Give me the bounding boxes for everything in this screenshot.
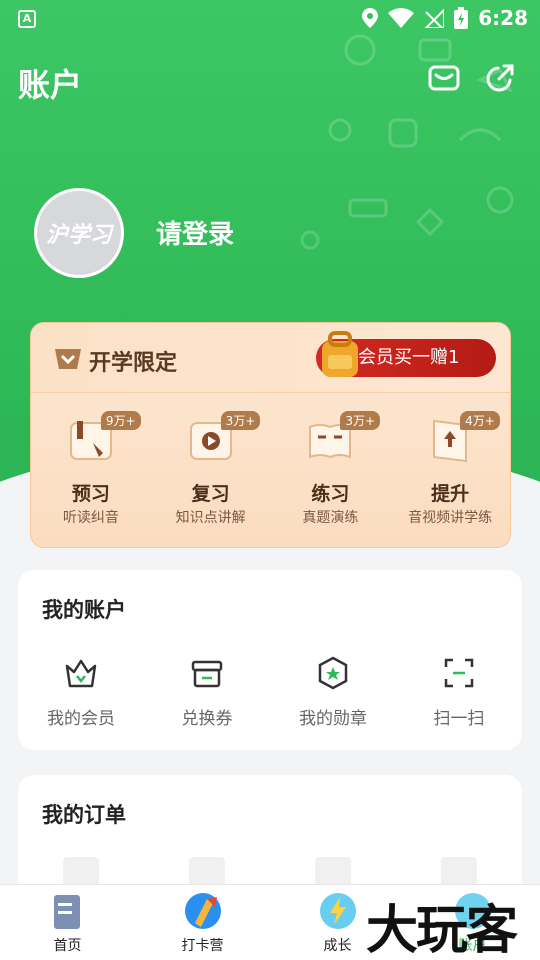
promo-item-label: 练习 <box>311 483 350 505</box>
login-link[interactable]: 请登录 <box>156 214 234 251</box>
account-item-medals[interactable]: 我的勋章 <box>270 656 396 729</box>
watermark-logo: 大玩客 <box>366 900 518 960</box>
avatar[interactable]: 沪学习 <box>34 188 124 278</box>
promo-title: 开学限定 <box>89 351 178 376</box>
accessibility-indicator: A <box>18 10 36 28</box>
account-item-label: 我的勋章 <box>299 709 367 729</box>
promo-header: 开学限定 会员买一赠1 <box>31 323 510 393</box>
scan-icon <box>444 658 474 688</box>
crown-icon <box>65 659 97 688</box>
account-title: 我的账户 <box>42 598 126 622</box>
tab-checkin[interactable]: 打卡营 <box>135 885 270 960</box>
wifi-icon <box>388 8 415 28</box>
account-item-label: 兑换券 <box>181 709 233 729</box>
no-signal-icon <box>424 8 445 28</box>
account-item-coupon[interactable]: 兑换券 <box>144 656 270 729</box>
promo-item-label: 预习 <box>71 483 110 505</box>
promo-item-label: 提升 <box>431 483 470 505</box>
promo-item-sub: 音视频讲学练 <box>408 510 493 526</box>
status-bar: A 6:28 <box>0 0 540 38</box>
doodle-pattern <box>300 34 514 250</box>
tab-label: 首页 <box>53 938 82 954</box>
tab-home[interactable]: 首页 <box>0 885 135 960</box>
account-item-label: 我的会员 <box>47 709 115 729</box>
account-item-scan[interactable]: 扫一扫 <box>396 656 522 729</box>
account-item-label: 扫一扫 <box>433 709 485 729</box>
book-icon <box>53 895 80 929</box>
orders-title: 我的订单 <box>42 803 126 827</box>
order-status-item[interactable] <box>396 857 522 887</box>
location-icon <box>362 8 379 28</box>
promo-item-sub: 听读纠音 <box>62 510 119 526</box>
promo-count-badge: 4万+ <box>460 411 500 430</box>
promo-item-sub: 真题演练 <box>302 510 359 526</box>
share-icon[interactable] <box>484 62 516 94</box>
promo-item-preview[interactable]: 9万+ 预习 听读纠音 <box>31 403 151 543</box>
promo-count-badge: 9万+ <box>100 411 141 430</box>
promo-item-practice[interactable]: 3万+ 练习 真题演练 <box>271 403 391 543</box>
coupon-icon <box>191 660 223 688</box>
medal-icon <box>318 656 348 690</box>
pencil-flag-icon <box>184 893 221 929</box>
promo-item-sub: 知识点讲解 <box>175 510 246 526</box>
account-card: 我的账户 我的会员 兑换券 我的勋章 扫一扫 <box>18 570 522 750</box>
account-item-membership[interactable]: 我的会员 <box>18 656 144 729</box>
lightning-icon <box>319 893 356 929</box>
promo-count-badge: 3万+ <box>220 411 261 430</box>
battery-charging-icon <box>454 7 469 29</box>
order-status-item[interactable] <box>18 857 144 887</box>
promo-item-label: 复习 <box>191 483 230 505</box>
backpack-icon <box>322 331 358 377</box>
status-time: 6:28 <box>478 6 528 30</box>
promo-banner[interactable]: 开学限定 会员买一赠1 9万+ 预习 听读纠音 3万+ 复习 知识点讲解 3万+… <box>30 322 511 548</box>
badge-icon <box>55 349 81 369</box>
message-icon[interactable] <box>428 62 460 94</box>
promo-item-improve[interactable]: 4万+ 提升 音视频讲学练 <box>390 403 510 543</box>
promo-item-review[interactable]: 3万+ 复习 知识点讲解 <box>151 403 271 543</box>
tab-label: 打卡营 <box>181 938 224 954</box>
order-status-item[interactable] <box>144 857 270 887</box>
page-title: 账户 <box>18 66 83 104</box>
promo-count-badge: 3万+ <box>340 411 381 430</box>
order-status-item[interactable] <box>270 857 396 887</box>
